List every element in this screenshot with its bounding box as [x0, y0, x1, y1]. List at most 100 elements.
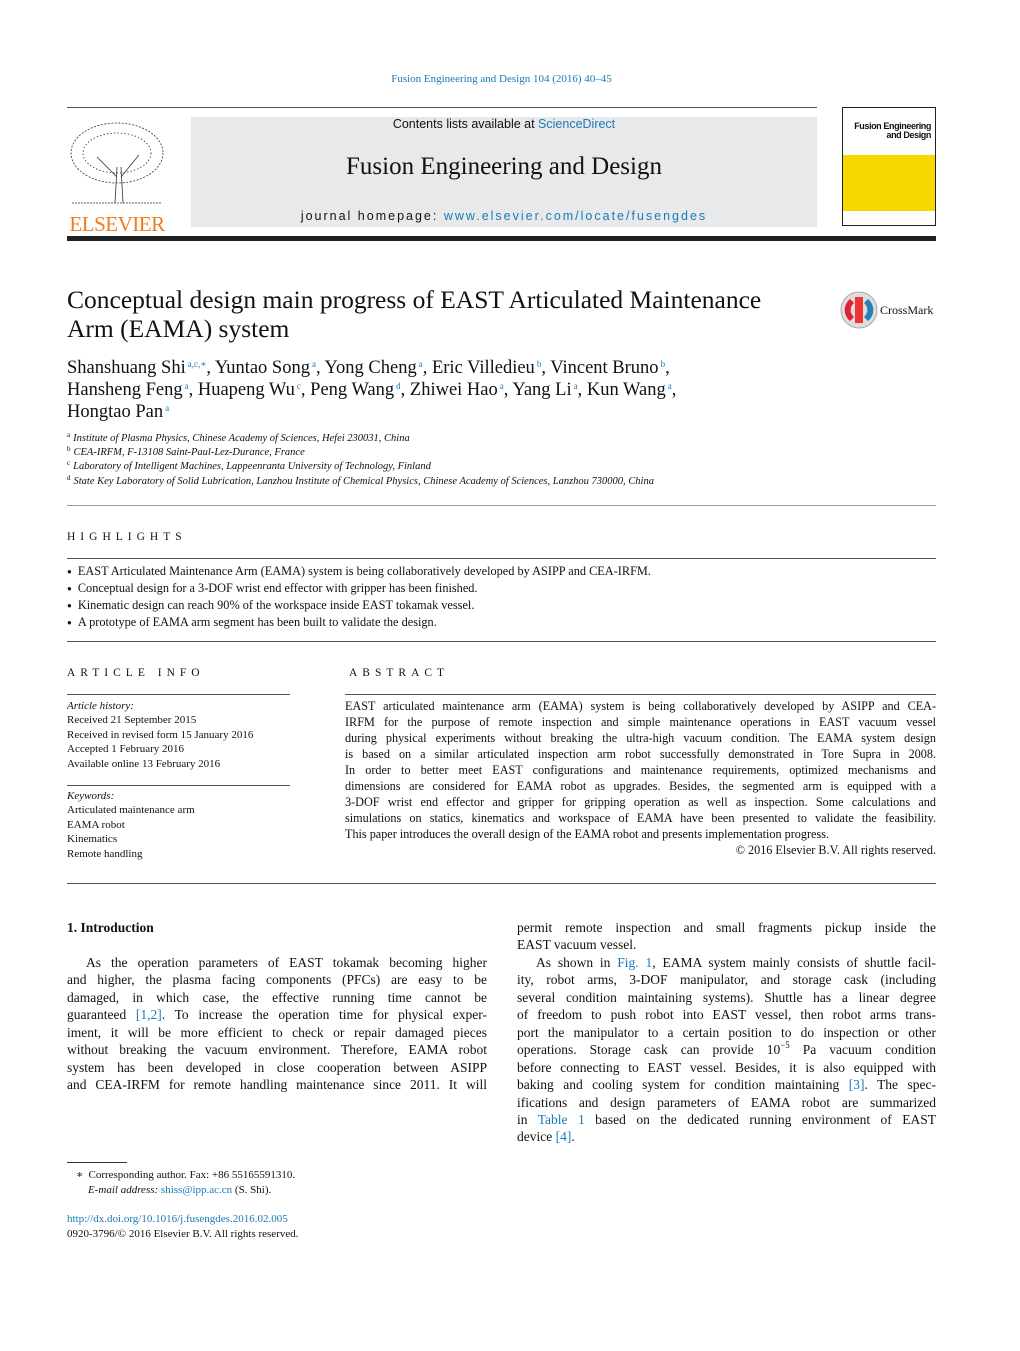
keyword: EAMA robot — [67, 818, 125, 831]
body-text-line: several condition maintaining systems). … — [517, 990, 936, 1006]
highlight-item: ● A prototype of EAMA arm segment has bee… — [67, 614, 651, 631]
abstract-line: simulations on statics, kinematics and w… — [345, 811, 936, 825]
elsevier-logo: ELSEVIER — [67, 117, 167, 236]
body-text: system has been developed in close coope… — [67, 1059, 487, 1075]
body-text: . To increase the operation time for phy… — [161, 1007, 488, 1023]
author-name[interactable]: , Vincent Bruno — [541, 358, 658, 378]
author-name[interactable]: , Eric Villedieu — [423, 358, 535, 378]
sciencedirect-link[interactable]: ScienceDirect — [538, 117, 615, 131]
body-text-line: and CEA-IRFM for remote handling mainten… — [67, 1077, 487, 1093]
author-name[interactable]: , Peng Wang — [301, 380, 394, 400]
author-name[interactable]: , Kun Wang — [578, 380, 666, 400]
highlight-text: Conceptual design for a 3-DOF wrist end … — [77, 581, 478, 595]
issn-copyright: 0920-3796/© 2016 Elsevier B.V. All right… — [67, 1227, 299, 1240]
author-name[interactable]: Shanshuang Shi — [67, 358, 186, 378]
doi-link[interactable]: http://dx.doi.org/10.1016/j.fusengdes.20… — [67, 1213, 288, 1225]
affiliation: b CEA-IRFM, F-13108 Saint-Paul-Lez-Duranc… — [67, 446, 305, 459]
bullet-icon: ● — [67, 618, 72, 627]
body-text-line: ifications and design parameters of EAMA… — [517, 1095, 936, 1111]
body-text: several condition maintaining systems). … — [517, 989, 936, 1005]
affiliation-key: c — [67, 459, 71, 467]
author-affiliation-marker[interactable]: a — [165, 403, 169, 413]
email-suffix: (S. Shi). — [232, 1183, 272, 1196]
affiliation-key: a — [67, 431, 71, 439]
keyword: Articulated maintenance arm — [67, 804, 195, 817]
affiliation-text: Laboratory of Intelligent Machines, Lapp… — [73, 461, 431, 472]
body-text-line: without breaking the vacuum environment.… — [67, 1042, 487, 1058]
author-name[interactable]: , Yuntao Song — [206, 358, 310, 378]
header-thick-rule — [67, 236, 936, 241]
body-text-line: baking and cooling system for condition … — [517, 1077, 936, 1093]
citation-link[interactable]: [4] — [556, 1129, 572, 1144]
abstract-heading: ABSTRACT — [349, 667, 450, 679]
bullet-icon: ● — [67, 567, 72, 576]
body-text: guaranteed — [67, 1007, 136, 1023]
homepage-link[interactable]: www.elsevier.com/locate/fusengdes — [444, 209, 707, 223]
highlight-text: Kinematic design can reach 90% of the wo… — [77, 598, 475, 612]
abstract-line: dimensions are considered for EAMA robot… — [345, 779, 936, 793]
body-text-line: EAST vacuum vessel. — [517, 937, 936, 953]
elsevier-wordmark: ELSEVIER — [69, 212, 165, 236]
keyword: Remote handling — [67, 847, 143, 860]
body-text-line: port the manipulator to a certain positi… — [517, 1025, 936, 1041]
title-line: Conceptual design main progress of EAST … — [67, 285, 762, 314]
author-name[interactable]: , Huapeng Wu — [189, 380, 295, 400]
journal-citation[interactable]: Fusion Engineering and Design 104 (2016)… — [0, 73, 1003, 85]
journal-cover[interactable]: Fusion Engineering and Design — [842, 107, 936, 226]
author-line: Hongtao Pan a — [67, 401, 676, 423]
highlight-item: ● EAST Articulated Maintenance Arm (EAMA)… — [67, 563, 651, 580]
body-text: EAST vacuum vessel. — [517, 937, 637, 953]
contents-prefix: Contents lists available at — [392, 117, 539, 131]
article-title: Conceptual design main progress of EAST … — [67, 285, 761, 343]
affiliation: c Laboratory of Intelligent Machines, Lap… — [67, 459, 431, 473]
history-label: Article history: — [67, 700, 134, 712]
body-text-line: of freedom to push robot into EAST vesse… — [517, 1007, 936, 1023]
body-text-line: system has been developed in close coope… — [67, 1060, 487, 1076]
history-item: Accepted 1 February 2016 — [67, 743, 184, 756]
body-text-line: damaged, in which case, the effective ru… — [67, 990, 487, 1006]
superscript: −5 — [780, 1040, 790, 1051]
citation-link[interactable]: [1,2] — [136, 1007, 162, 1022]
author-name[interactable]: Hongtao Pan — [67, 402, 163, 422]
body-text-line: in Table 1 based on the dedicated runnin… — [517, 1112, 936, 1128]
highlight-item: ● Kinematic design can reach 90% of the w… — [67, 597, 651, 614]
abstract-line: 3-DOF wrist end effector and gripper for… — [345, 795, 936, 809]
body-text: and CEA-IRFM for remote handling mainten… — [67, 1077, 487, 1093]
body-text: ity, robot arms, 3-DOF manipulator, and … — [517, 972, 936, 988]
body-text-line: ity, robot arms, 3-DOF manipulator, and … — [517, 972, 936, 988]
author-affiliation-marker[interactable]: a,c,∗ — [188, 359, 207, 369]
email-link[interactable]: shiss@ipp.ac.cn — [161, 1184, 232, 1196]
copyright: © 2016 Elsevier B.V. All rights reserved… — [735, 843, 936, 857]
journal-banner: Contents lists available at ScienceDirec… — [191, 117, 817, 227]
author-line: Shanshuang Shi a,c,∗, Yuntao Song a, Yong … — [67, 357, 676, 379]
citation-link[interactable]: [3] — [849, 1077, 865, 1092]
body-text: As the operation parameters of EAST toka… — [86, 955, 487, 970]
body-text: , EAMA system mainly consists of shuttle… — [652, 954, 936, 970]
body-text: based on the dedicated running environme… — [584, 1111, 936, 1127]
body-text: operations. Storage cask can provide 10 — [517, 1042, 781, 1058]
author-name[interactable]: , Zhiwei Hao — [401, 380, 498, 400]
journal-name: Fusion Engineering and Design — [346, 153, 662, 180]
highlight-text: A prototype of EAMA arm segment has been… — [77, 615, 437, 629]
author-name[interactable]: , Yong Cheng — [316, 358, 417, 378]
keywords-label: Keywords: — [67, 790, 115, 802]
citation-link[interactable]: Table 1 — [538, 1112, 585, 1127]
keywords: Keywords: Articulated maintenance arm EA… — [67, 789, 195, 861]
body-text: Pa vacuum condition — [789, 1042, 936, 1058]
highlight-item: ● Conceptual design for a 3-DOF wrist end… — [67, 580, 651, 597]
affiliation: a Institute of Plasma Physics, Chinese Ac… — [67, 431, 410, 445]
body-text-line: and higher, the plasma facing components… — [67, 972, 487, 988]
body-text: . The spec- — [864, 1077, 937, 1093]
crossmark-badge[interactable]: CrossMark — [840, 291, 933, 329]
body-text-line: As the operation parameters of EAST toka… — [86, 955, 487, 971]
author-name[interactable]: Hansheng Feng — [67, 380, 183, 400]
author-name[interactable]: , Yang Li — [504, 380, 572, 400]
citation-link[interactable]: Fusion Engineering and Design 104 (2016)… — [391, 73, 612, 85]
highlights-list: ● EAST Articulated Maintenance Arm (EAMA)… — [67, 563, 651, 631]
body-text-line: As shown in Fig. 1, EAMA system mainly c… — [536, 955, 936, 971]
citation-link[interactable]: Fig. 1 — [617, 955, 652, 970]
body-text-line: operations. Storage cask can provide 10−… — [517, 1040, 936, 1058]
body-text-line: device [4]. — [517, 1129, 936, 1145]
title-line: Arm (EAMA) system — [67, 314, 290, 343]
highlight-text: EAST Articulated Maintenance Arm (EAMA) … — [77, 564, 651, 578]
